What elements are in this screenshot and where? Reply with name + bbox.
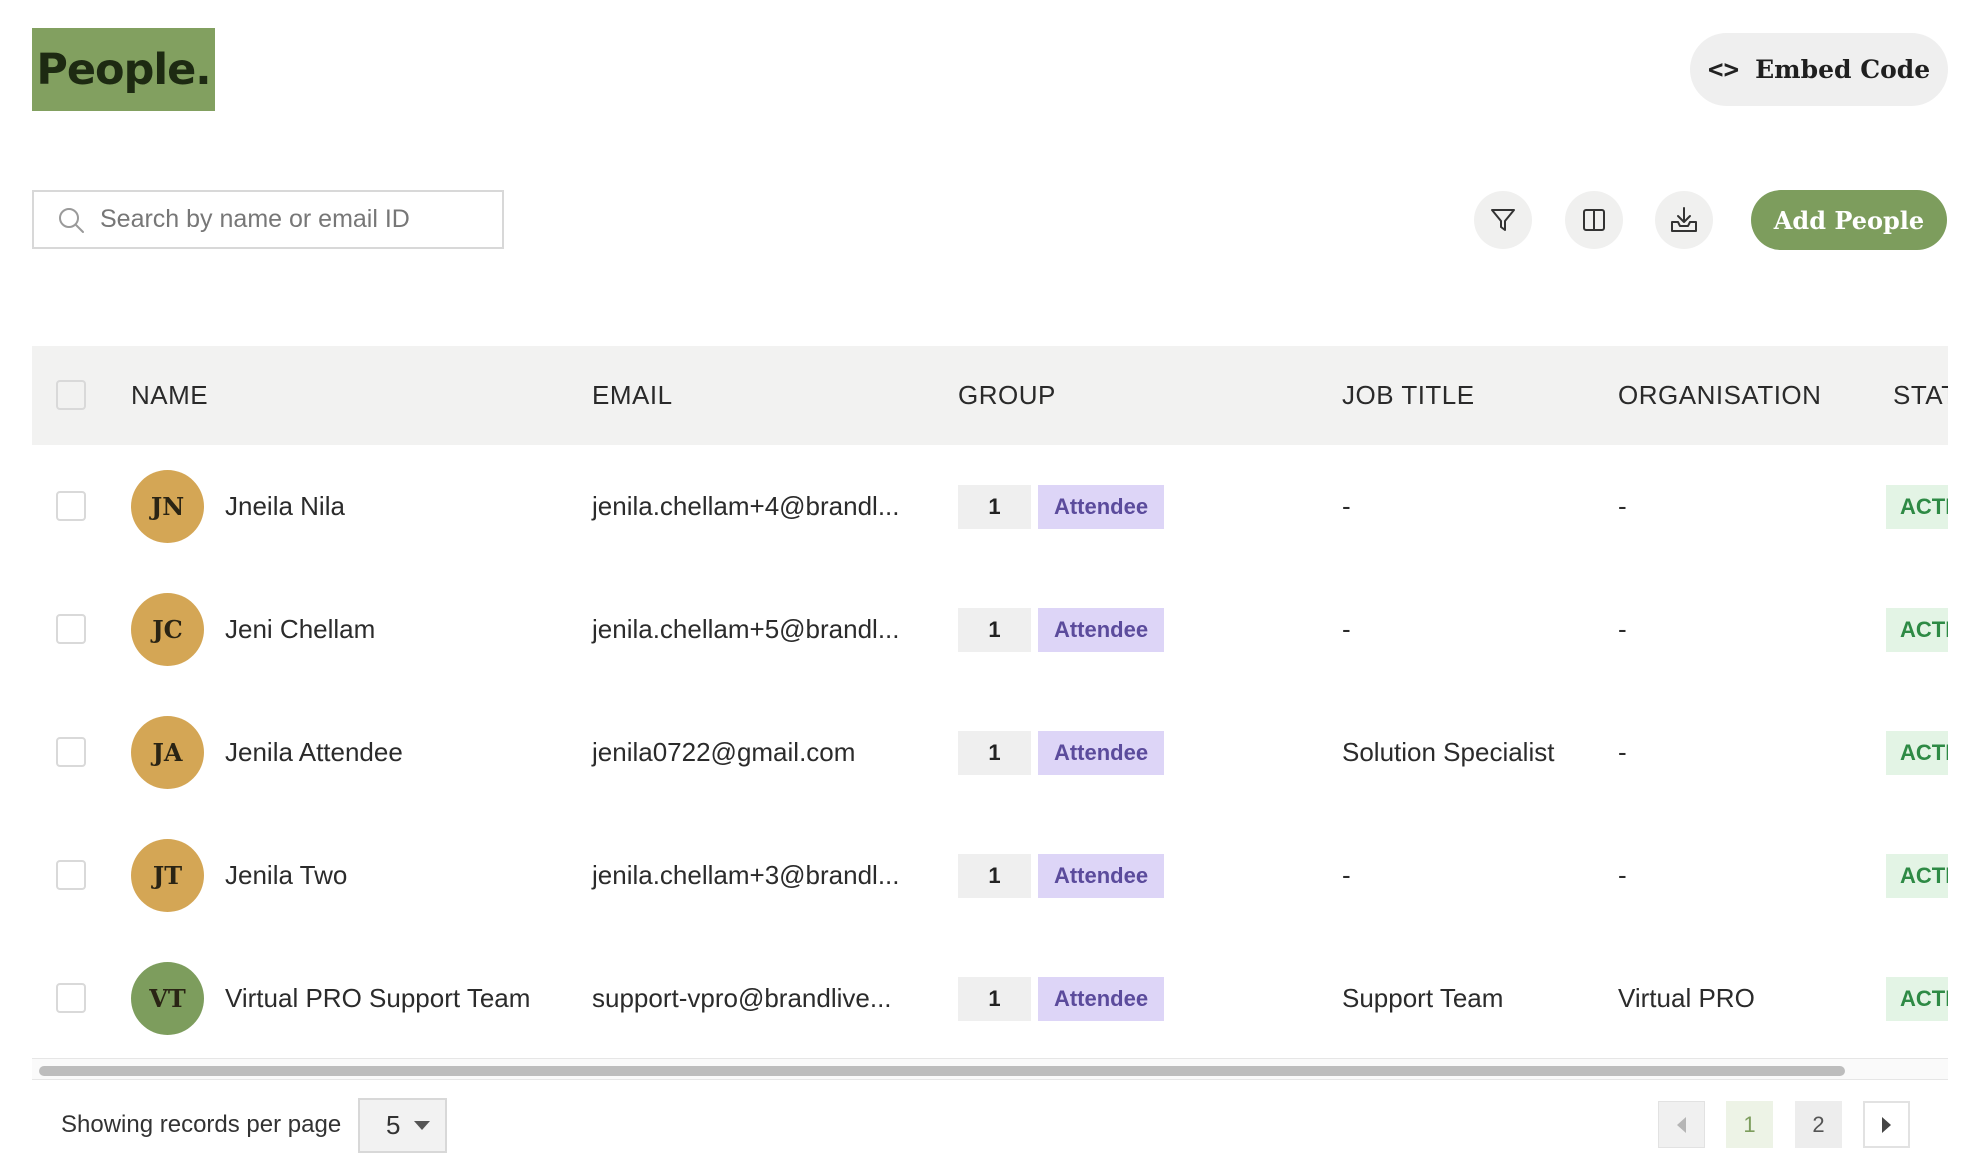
embed-code-label: Embed Code xyxy=(1755,55,1931,84)
job-title: Solution Specialist xyxy=(1342,737,1555,767)
person-email: jenila0722@gmail.com xyxy=(592,737,856,767)
group-count: 1 xyxy=(958,485,1031,529)
organisation: - xyxy=(1618,860,1627,890)
person-name[interactable]: Jenila Two xyxy=(225,814,347,937)
status-badge: ACTIVE xyxy=(1886,485,1948,529)
chevron-left-icon xyxy=(1677,1116,1686,1133)
filter-icon xyxy=(1491,209,1515,231)
group-count: 1 xyxy=(958,731,1031,775)
column-header-job-title[interactable]: JOB TITLE xyxy=(1342,346,1475,445)
table-header: NAME EMAIL GROUP JOB TITLE ORGANISATION … xyxy=(32,346,1948,445)
row-checkbox[interactable] xyxy=(56,737,86,767)
column-header-organisation[interactable]: ORGANISATION xyxy=(1618,346,1821,445)
person-email: support-vpro@brandlive... xyxy=(592,983,892,1013)
avatar: VT xyxy=(131,962,204,1035)
person-name[interactable]: Jeni Chellam xyxy=(225,568,375,691)
logo: People. xyxy=(32,28,215,111)
avatar: JN xyxy=(131,470,204,543)
person-name[interactable]: Jneila Nila xyxy=(225,445,345,568)
embed-code-button[interactable]: <> Embed Code xyxy=(1690,33,1948,106)
columns-icon xyxy=(1583,209,1605,231)
chevron-right-icon xyxy=(1882,1116,1891,1133)
job-title: - xyxy=(1342,860,1351,890)
row-checkbox[interactable] xyxy=(56,491,86,521)
group-count: 1 xyxy=(958,608,1031,652)
per-page-label: Showing records per page xyxy=(61,1111,342,1138)
page-1-button[interactable]: 1 xyxy=(1726,1101,1773,1148)
group-tag: Attendee xyxy=(1038,485,1164,529)
columns-button[interactable] xyxy=(1565,191,1623,249)
person-email: jenila.chellam+3@brandl... xyxy=(592,860,900,890)
row-checkbox[interactable] xyxy=(56,983,86,1013)
row-checkbox[interactable] xyxy=(56,614,86,644)
group-count: 1 xyxy=(958,977,1031,1021)
people-table: NAME EMAIL GROUP JOB TITLE ORGANISATION … xyxy=(32,346,1948,1086)
search-box[interactable] xyxy=(32,190,504,249)
add-people-button[interactable]: Add People xyxy=(1751,190,1947,250)
horizontal-scrollbar[interactable] xyxy=(32,1058,1948,1080)
per-page-select[interactable]: 5 xyxy=(358,1098,447,1153)
row-checkbox[interactable] xyxy=(56,860,86,890)
status-badge: ACTIVE xyxy=(1886,608,1948,652)
export-button[interactable] xyxy=(1655,191,1713,249)
organisation: Virtual PRO xyxy=(1618,983,1755,1013)
status-badge: ACTIVE xyxy=(1886,854,1948,898)
avatar: JC xyxy=(131,593,204,666)
select-all-checkbox[interactable] xyxy=(56,380,86,410)
person-email: jenila.chellam+5@brandl... xyxy=(592,614,900,644)
page-2-button[interactable]: 2 xyxy=(1795,1101,1842,1148)
status-badge: ACTIVE xyxy=(1886,731,1948,775)
column-header-name[interactable]: NAME xyxy=(131,346,208,445)
job-title: Support Team xyxy=(1342,983,1504,1013)
group-tag: Attendee xyxy=(1038,977,1164,1021)
group-tag: Attendee xyxy=(1038,854,1164,898)
job-title: - xyxy=(1342,614,1351,644)
next-page-button[interactable] xyxy=(1863,1101,1910,1148)
scrollbar-thumb[interactable] xyxy=(39,1066,1845,1076)
avatar: JT xyxy=(131,839,204,912)
table-row[interactable]: JN Jneila Nila jenila.chellam+4@brandl... 1… xyxy=(32,445,1948,568)
organisation: - xyxy=(1618,737,1627,767)
download-tray-icon xyxy=(1671,207,1697,232)
filter-button[interactable] xyxy=(1474,191,1532,249)
organisation: - xyxy=(1618,491,1627,521)
search-input[interactable] xyxy=(100,205,480,234)
group-count: 1 xyxy=(958,854,1031,898)
search-icon xyxy=(59,207,84,233)
person-email: jenila.chellam+4@brandl... xyxy=(592,491,900,521)
status-badge: ACTIVE xyxy=(1886,977,1948,1021)
job-title: - xyxy=(1342,491,1351,521)
table-row[interactable]: JT Jenila Two jenila.chellam+3@brandl... 1 A… xyxy=(32,814,1948,937)
organisation: - xyxy=(1618,614,1627,644)
column-header-status[interactable]: STATUS xyxy=(1893,346,1948,445)
column-header-email[interactable]: EMAIL xyxy=(592,346,673,445)
group-tag: Attendee xyxy=(1038,608,1164,652)
table-row[interactable]: VT Virtual PRO Support Team support-vpro@b… xyxy=(32,937,1948,1060)
group-tag: Attendee xyxy=(1038,731,1164,775)
avatar: JA xyxy=(131,716,204,789)
table-row[interactable]: JC Jeni Chellam jenila.chellam+5@brandl...… xyxy=(32,568,1948,691)
table-row[interactable]: JA Jenila Attendee jenila0722@gmail.com 1 At… xyxy=(32,691,1948,814)
chevron-down-icon xyxy=(414,1121,431,1130)
person-name[interactable]: Jenila Attendee xyxy=(225,691,403,814)
person-name[interactable]: Virtual PRO Support Team xyxy=(225,937,530,1060)
column-header-group[interactable]: GROUP xyxy=(958,346,1056,445)
code-brackets-icon: <> xyxy=(1707,54,1740,85)
prev-page-button[interactable] xyxy=(1658,1101,1705,1148)
per-page-value: 5 xyxy=(386,1110,401,1140)
